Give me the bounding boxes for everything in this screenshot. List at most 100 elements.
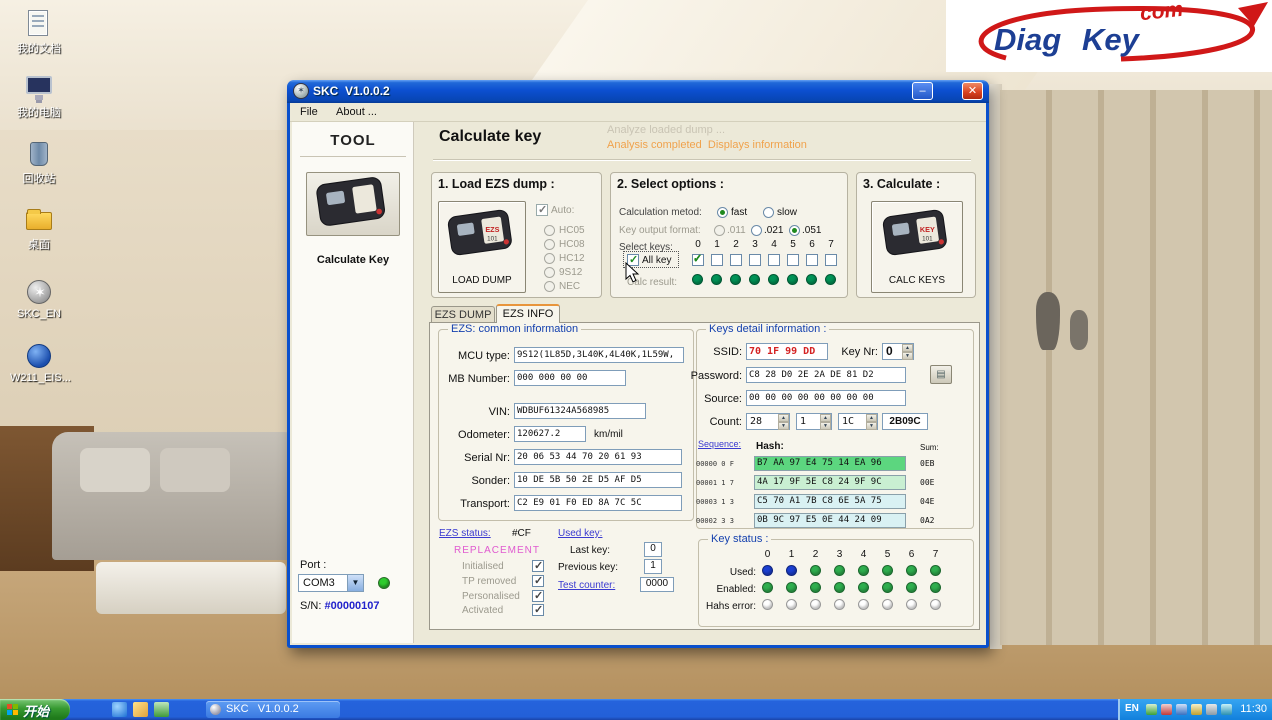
spinner-arrows[interactable]: ▲ ▼ — [866, 414, 877, 430]
mb-number-field[interactable]: 000 000 00 00 — [514, 370, 626, 386]
serial-nr-field[interactable]: 20 06 53 44 70 20 61 93 — [514, 449, 682, 465]
count-spinner-2[interactable]: 1 ▲ ▼ — [796, 413, 832, 430]
spinner-arrows[interactable]: ▲ ▼ — [778, 414, 789, 430]
radio-021-label: .021 — [764, 225, 784, 236]
start-button[interactable]: 开始 — [0, 699, 70, 720]
key-checkbox-5[interactable] — [787, 254, 799, 266]
radio-021[interactable] — [751, 225, 762, 236]
sonder-field[interactable]: 10 DE 5B 50 2E D5 AF D5 — [514, 472, 682, 488]
enabled-label: Enabled: — [716, 584, 756, 595]
mcu-type-field[interactable]: 9S12(1L85D,3L40K,4L40K,1L59W, — [514, 347, 684, 363]
transport-field[interactable]: C2 E9 01 F0 ED 8A 7C 5C — [514, 495, 682, 511]
ezs-status-link[interactable]: EZS status: — [439, 528, 491, 539]
chevron-down-icon[interactable]: ▼ — [347, 575, 363, 591]
calc-keys-button[interactable]: KEY 101 CALC KEYS — [871, 201, 963, 293]
hash-error-label: Hahs error: — [705, 601, 756, 612]
key-checkbox-1[interactable] — [711, 254, 723, 266]
desktop-icon-recycle-bin[interactable]: 回收站 — [10, 140, 68, 186]
radio-011 — [714, 225, 725, 236]
menu-about[interactable]: About ... — [336, 106, 377, 118]
tray-icon[interactable] — [1176, 704, 1187, 715]
folder-icon — [26, 209, 52, 230]
hash-row: 00003 1 3 C5 70 A1 7B C8 6E 5A 75 04E — [696, 494, 934, 509]
key-number: 7 — [828, 239, 834, 250]
radio-hc05 — [544, 225, 555, 236]
key-checkbox-3[interactable] — [749, 254, 761, 266]
calculate-key-tool-button[interactable] — [306, 172, 400, 236]
desktop-icon-my-documents[interactable]: 我的文档 — [10, 10, 68, 56]
taskbar-skc-task-button[interactable]: SKC V1.0.0.2 — [206, 701, 340, 718]
spinner-arrows[interactable]: ▲ ▼ — [820, 414, 831, 430]
spin-down-icon[interactable]: ▼ — [866, 422, 877, 430]
desktop-icon-my-computer[interactable]: 我的电脑 — [10, 74, 68, 120]
vin-field[interactable]: WDBUF61324A568985 — [514, 403, 646, 419]
quick-launch-show-desktop-icon[interactable] — [154, 702, 169, 717]
desktop-icon-w211-eis[interactable]: W211_EIS... — [10, 342, 71, 384]
key-checkbox-7[interactable] — [825, 254, 837, 266]
password-field[interactable]: C8 28 D0 2E 2A DE 81 D2 — [746, 367, 906, 383]
personalised-label: Personalised — [462, 591, 520, 602]
close-button[interactable]: ✕ — [962, 82, 983, 100]
spin-up-icon[interactable]: ▲ — [902, 344, 913, 352]
menu-file[interactable]: File — [300, 106, 318, 118]
radio-fast[interactable] — [717, 207, 728, 218]
spin-up-icon[interactable]: ▲ — [820, 414, 831, 422]
password-detail-button[interactable]: ▤ — [930, 365, 952, 384]
enabled-led — [882, 582, 893, 593]
spin-down-icon[interactable]: ▼ — [778, 422, 789, 430]
quick-launch-folder-icon[interactable] — [133, 702, 148, 717]
tray-icon[interactable] — [1206, 704, 1217, 715]
tab-ezs-dump[interactable]: EZS DUMP — [431, 306, 495, 323]
tray-icon[interactable] — [1191, 704, 1202, 715]
count-spinner-1[interactable]: 28 ▲ ▼ — [746, 413, 790, 430]
sequence-link[interactable]: Sequence: — [698, 439, 741, 449]
radio-hc08 — [544, 239, 555, 250]
radio-slow[interactable] — [763, 207, 774, 218]
spinner-arrows[interactable]: ▲ ▼ — [902, 344, 913, 360]
source-label: Source: — [704, 393, 742, 405]
wallpaper-vase — [1070, 310, 1088, 350]
tab-ezs-info[interactable]: EZS INFO — [496, 304, 560, 323]
key-nr-spinner[interactable]: 0 ▲ ▼ — [882, 343, 914, 360]
key-checkbox-6[interactable] — [806, 254, 818, 266]
key-checkbox-4[interactable] — [768, 254, 780, 266]
enabled-led — [930, 582, 941, 593]
previous-key-field[interactable]: 1 — [644, 559, 662, 574]
last-key-field[interactable]: 0 — [644, 542, 662, 557]
load-dump-button[interactable]: EZS 101 LOAD DUMP — [438, 201, 526, 293]
count-result-field[interactable]: 2B09C — [882, 413, 928, 430]
spin-up-icon[interactable]: ▲ — [866, 414, 877, 422]
count-value-2: 1 — [800, 416, 807, 427]
ssid-field[interactable]: 70 1F 99 DD — [746, 343, 828, 360]
sum-label: Sum: — [920, 443, 939, 452]
test-counter-link[interactable]: Test counter: — [558, 580, 615, 591]
port-select[interactable]: COM3 ▼ — [298, 574, 364, 592]
hash-value: C5 70 A1 7B C8 6E 5A 75 — [754, 494, 906, 509]
used-led — [906, 565, 917, 576]
desktop-icon-desktop-folder[interactable]: 桌面 — [10, 206, 68, 252]
window-title: SKC V1.0.0.2 — [313, 84, 390, 98]
tray-icon[interactable] — [1221, 704, 1232, 715]
odometer-field[interactable]: 120627.2 — [514, 426, 586, 442]
tray-icon[interactable] — [1161, 704, 1172, 715]
count-spinner-3[interactable]: 1C ▲ ▼ — [838, 413, 878, 430]
spin-down-icon[interactable]: ▼ — [902, 352, 913, 360]
quick-launch-ie-icon[interactable] — [112, 702, 127, 717]
computer-icon — [26, 76, 52, 100]
title-bar[interactable]: SKC V1.0.0.2 – ✕ — [287, 80, 989, 103]
serial-nr-label: Serial Nr: — [464, 452, 510, 464]
tray-icon[interactable] — [1146, 704, 1157, 715]
desktop-icon-skc-en[interactable]: SKC_EN — [10, 278, 68, 320]
spin-down-icon[interactable]: ▼ — [820, 422, 831, 430]
language-indicator[interactable]: EN — [1125, 703, 1139, 714]
key-checkbox-2[interactable] — [730, 254, 742, 266]
spin-up-icon[interactable]: ▲ — [778, 414, 789, 422]
test-counter-field[interactable]: 0000 — [640, 577, 674, 592]
port-label: Port : — [300, 559, 327, 571]
windows-flag-icon — [7, 704, 18, 715]
source-field[interactable]: 00 00 00 00 00 00 00 00 — [746, 390, 906, 406]
minimize-button[interactable]: – — [912, 82, 933, 100]
radio-051[interactable] — [789, 225, 800, 236]
used-key-link[interactable]: Used key: — [558, 528, 602, 539]
hash-value: 0B 9C 97 E5 0E 44 24 09 — [754, 513, 906, 528]
